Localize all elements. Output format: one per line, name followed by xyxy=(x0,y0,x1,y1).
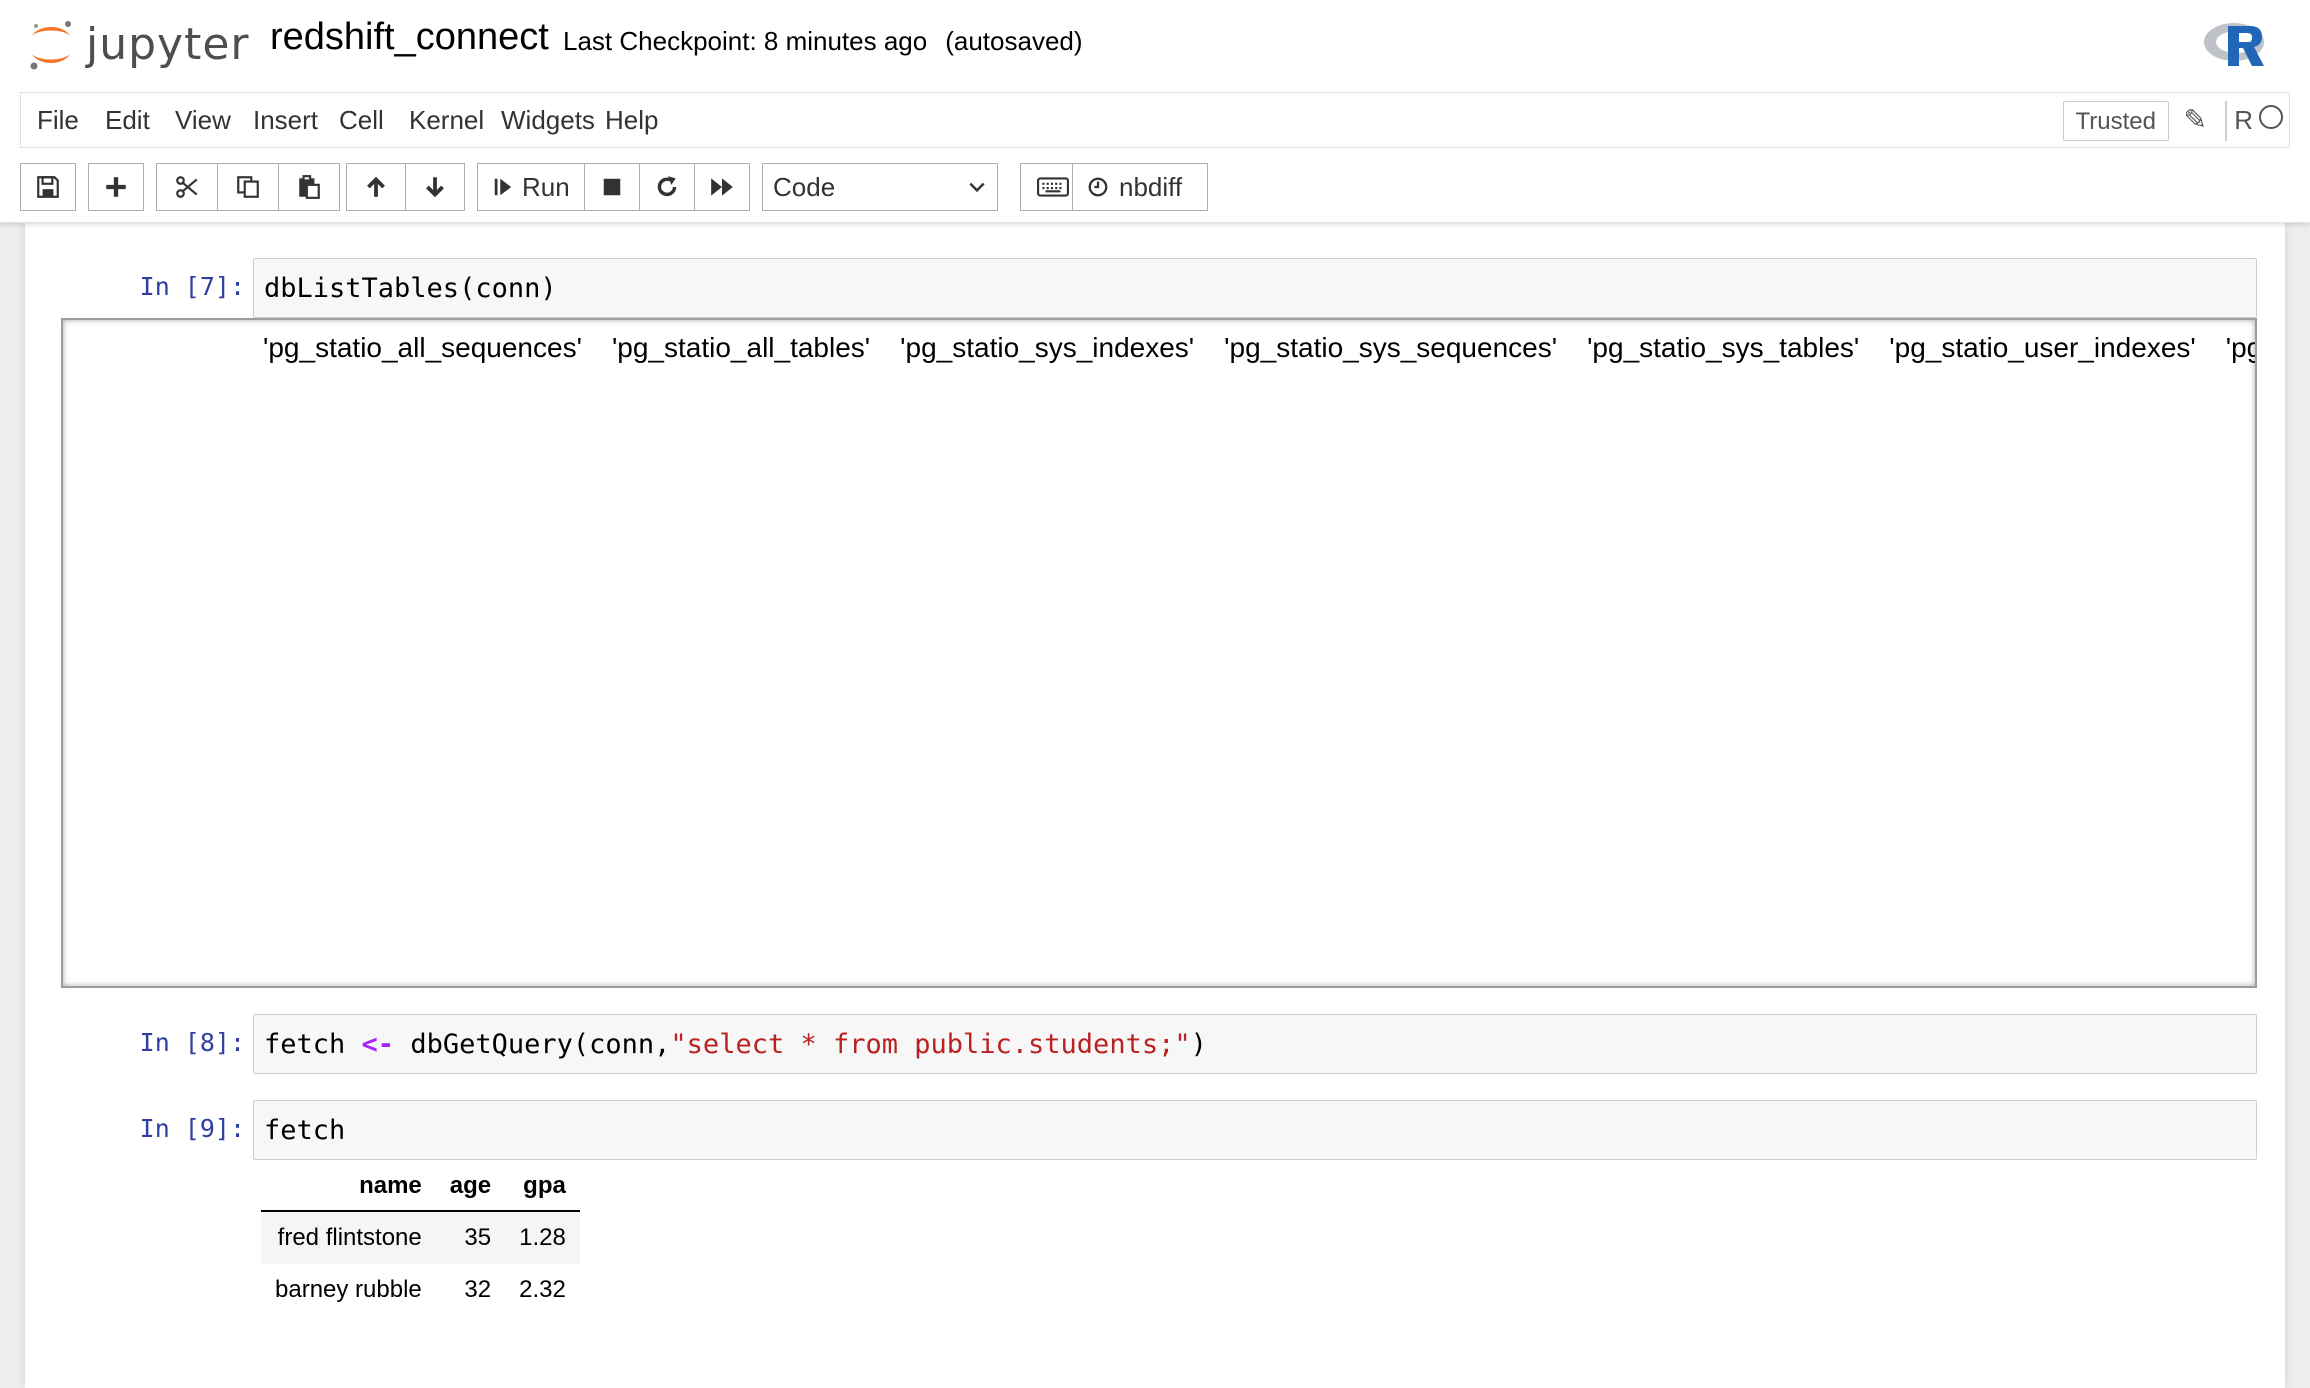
paste-button[interactable] xyxy=(278,163,340,211)
menu-widgets[interactable]: Widgets xyxy=(501,105,595,136)
nbdiff-button[interactable]: nbdiff xyxy=(1072,163,1208,211)
table-row: barney rubble 32 2.32 xyxy=(261,1264,580,1316)
cut-button[interactable] xyxy=(156,163,218,211)
cell-type-select[interactable]: Code xyxy=(762,163,998,211)
menu-bar: File Edit View Insert Cell Kernel Widget… xyxy=(20,92,2290,148)
r-kernel-logo-icon xyxy=(2204,23,2264,66)
move-down-button[interactable] xyxy=(405,163,465,211)
code-input[interactable]: dbListTables(conn) xyxy=(253,258,2257,318)
code-cell-8[interactable]: In [8]: fetch <- dbGetQuery(conn,"select… xyxy=(25,1014,2285,1074)
interrupt-kernel-button[interactable] xyxy=(584,163,640,211)
output-area: 'pg_statio_all_sequences' 'pg_statio_all_… xyxy=(61,318,2257,988)
main-toolbar: Run Code nbdiff xyxy=(20,163,1280,213)
clock-icon xyxy=(1088,177,1108,197)
restart-kernel-button[interactable] xyxy=(639,163,695,211)
stop-icon xyxy=(603,178,621,196)
table-cell: 1.28 xyxy=(519,1224,566,1251)
menu-kernel[interactable]: Kernel xyxy=(409,105,484,136)
fast-forward-icon xyxy=(711,178,733,196)
chevron-down-icon xyxy=(969,182,985,193)
plus-icon xyxy=(106,177,126,197)
menu-insert[interactable]: Insert xyxy=(253,105,318,136)
step-forward-icon xyxy=(494,178,512,196)
run-button[interactable]: Run xyxy=(477,163,585,211)
nbdiff-label: nbdiff xyxy=(1119,171,1183,202)
arrow-down-icon xyxy=(426,177,444,198)
menu-cell[interactable]: Cell xyxy=(339,105,384,136)
table-cell: 2.32 xyxy=(519,1276,566,1303)
table-header-row: name age gpa xyxy=(261,1162,580,1212)
table-cell: 35 xyxy=(464,1224,492,1251)
code-input[interactable]: fetch <- dbGetQuery(conn,"select * from … xyxy=(253,1014,2257,1074)
checkpoint-status: Last Checkpoint: 8 minutes ago (autosaved… xyxy=(563,26,1083,57)
input-prompt: In [7]: xyxy=(139,272,245,301)
top-bar: jupyter redshift_connect Last Checkpoint… xyxy=(0,0,2310,88)
table-name-item: 'pg_statio_sys_sequences' xyxy=(1224,332,1558,363)
copy-button[interactable] xyxy=(217,163,279,211)
checkpoint-text: Last Checkpoint: 8 minutes ago xyxy=(563,26,928,56)
code-call: dbGetQuery(conn, xyxy=(410,1029,671,1060)
redo-icon xyxy=(657,176,677,197)
kernel-name: R xyxy=(2234,105,2253,135)
table-cell: 32 xyxy=(464,1276,492,1303)
copy-icon xyxy=(237,176,259,198)
autosave-status: (autosaved) xyxy=(945,26,1083,56)
table-cell: fred flintstone xyxy=(277,1224,422,1251)
table-name-item: 'pg_statio_user_indexes' xyxy=(1889,332,2196,363)
menu-edit[interactable]: Edit xyxy=(105,105,150,136)
query-string: "select * from public.students;" xyxy=(670,1029,1191,1060)
arrow-up-icon xyxy=(367,176,385,197)
table-row: fred flintstone 35 1.28 xyxy=(261,1211,580,1264)
input-prompt: In [9]: xyxy=(139,1114,245,1143)
table-name-item: 'pg_statio_all_sequences' xyxy=(263,332,582,363)
input-prompt: In [8]: xyxy=(139,1028,245,1057)
kernel-divider xyxy=(2225,101,2227,141)
paste-icon xyxy=(299,175,320,199)
notebook-header: jupyter redshift_connect Last Checkpoint… xyxy=(0,0,2310,223)
notebook-page: In [7]: dbListTables(conn) 'pg_statio_al… xyxy=(25,222,2285,1388)
edit-metadata-pencil-icon[interactable]: ✎ xyxy=(2184,103,2207,136)
table-name-item: 'pg_statio_all_tables' xyxy=(611,332,871,363)
code-cell-7[interactable]: In [7]: dbListTables(conn) 'pg_statio_al… xyxy=(25,258,2285,1028)
code-cell-9[interactable]: In [9]: fetch xyxy=(25,1100,2285,1160)
kernel-idle-indicator-icon xyxy=(2259,105,2283,129)
menu-help[interactable]: Help xyxy=(605,105,658,136)
dataframe-output: name age gpa fred flintstone 35 1.28 bar… xyxy=(261,1162,580,1316)
jupyter-logo-icon xyxy=(30,21,71,70)
restart-run-all-button[interactable] xyxy=(694,163,750,211)
cell-type-value: Code xyxy=(773,171,836,202)
table-name-item: 'pg_statio_sys_tables' xyxy=(1587,332,1860,363)
move-up-button[interactable] xyxy=(346,163,406,211)
code-var: fetch xyxy=(264,1029,346,1060)
table-name-list: 'pg_statio_all_sequences' 'pg_statio_all_… xyxy=(263,328,2255,368)
save-button[interactable] xyxy=(20,163,76,211)
code-input[interactable]: fetch xyxy=(253,1100,2257,1160)
run-label: Run xyxy=(522,171,570,202)
jupyter-logo-text: jupyter xyxy=(86,18,250,70)
scissors-icon xyxy=(176,176,198,198)
table-cell: barney rubble xyxy=(275,1276,422,1303)
table-name-item: 'pg_statio_sys_indexes' xyxy=(900,332,1195,363)
code-text: dbListTables(conn) xyxy=(264,273,557,304)
column-header: age xyxy=(435,1162,506,1212)
column-header: gpa xyxy=(505,1162,580,1212)
keyboard-icon xyxy=(1037,177,1069,197)
column-header: name xyxy=(261,1162,436,1212)
menu-file[interactable]: File xyxy=(37,105,79,136)
insert-cell-button[interactable] xyxy=(88,163,144,211)
menu-view[interactable]: View xyxy=(175,105,231,136)
code-close: ) xyxy=(1190,1029,1207,1060)
trusted-indicator[interactable]: Trusted xyxy=(2062,101,2169,141)
jupyter-logo[interactable]: jupyter xyxy=(26,14,250,74)
table-name-item: 'pg_statio_user_sequences' xyxy=(2225,332,2255,363)
notebook-area: In [7]: dbListTables(conn) 'pg_statio_al… xyxy=(0,222,2310,1388)
notebook-title[interactable]: redshift_connect xyxy=(270,16,549,59)
assign-operator: <- xyxy=(361,1029,395,1060)
code-text: fetch xyxy=(264,1115,346,1146)
save-icon xyxy=(37,176,59,198)
